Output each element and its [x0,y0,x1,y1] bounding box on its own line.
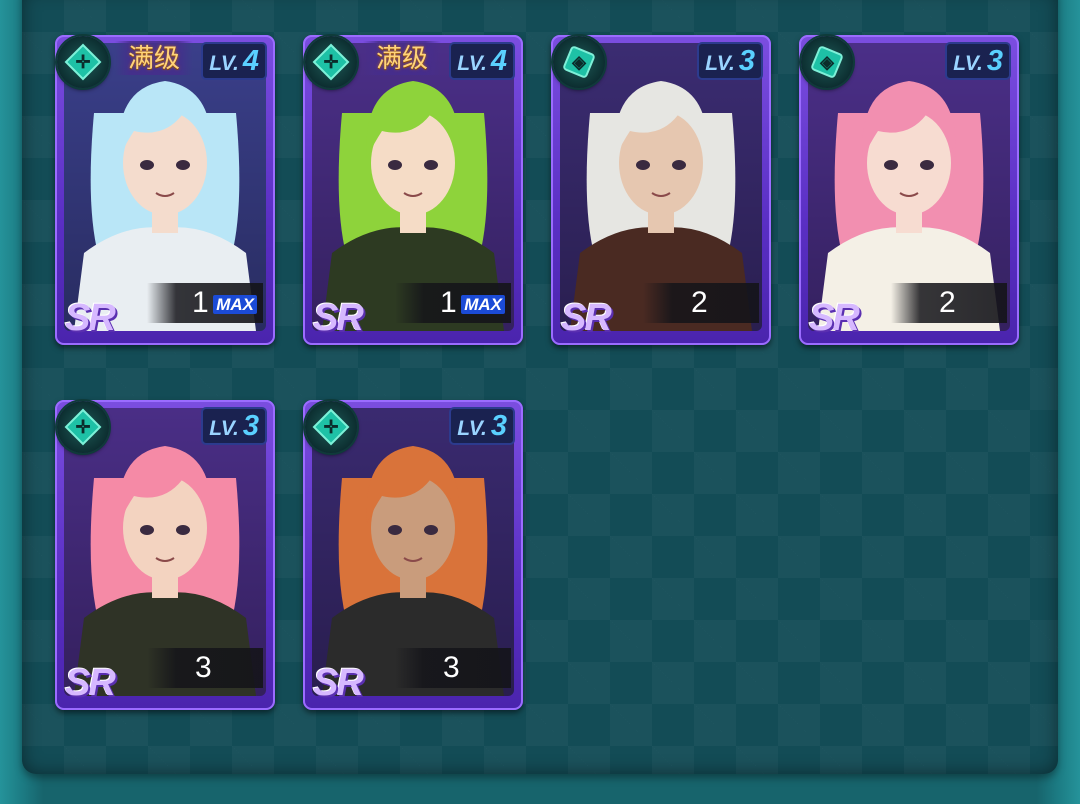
rarity-badge: SR [809,297,860,339]
card-count: 3 [443,651,460,684]
max-count-badge: MAX [461,295,505,314]
level-label: LV. [209,417,239,440]
rarity-badge: SR [313,662,364,704]
card-count-bar: 1 MAX [395,283,511,323]
card-count: 3 [195,651,212,684]
level-label: LV. [457,417,487,440]
card-count: 1 [192,286,209,319]
level-value: 4 [242,45,259,77]
level-label: LV. [953,52,983,75]
level-value: 3 [242,410,259,442]
card-count-bar: 2 [891,283,1007,323]
character-card-1[interactable]: ✛ 满级 LV. 4 1 MAX SR [55,35,275,345]
max-level-badge: 满级 [115,41,193,75]
card-count-bar: 1 MAX [147,283,263,323]
card-count-bar: 3 [395,648,511,688]
level-badge: LV. 4 [201,42,267,80]
card-count: 2 [939,286,956,319]
character-card-2[interactable]: ✛ 满级 LV. 4 1 MAX SR [303,35,523,345]
level-value: 3 [490,410,507,442]
character-card-5[interactable]: ✛ LV. 3 3 SR [55,400,275,710]
character-card-3[interactable]: ◈ LV. 3 2 SR [551,35,771,345]
character-card-4[interactable]: ◈ LV. 3 2 SR [799,35,1019,345]
card-count: 2 [691,286,708,319]
rarity-badge: SR [561,297,612,339]
level-badge: LV. 3 [449,407,515,445]
card-count-bar: 2 [643,283,759,323]
rarity-badge: SR [65,662,116,704]
shield-icon: ◈ [553,36,605,88]
card-count: 1 [440,286,457,319]
card-count-bar: 3 [147,648,263,688]
level-badge: LV. 3 [945,42,1011,80]
crosshair-icon: ✛ [57,36,109,88]
max-count-badge: MAX [213,295,257,314]
level-label: LV. [705,52,735,75]
level-badge: LV. 3 [697,42,763,80]
level-value: 3 [986,45,1003,77]
rarity-badge: SR [313,297,364,339]
crosshair-icon: ✛ [57,401,109,453]
character-card-6[interactable]: ✛ LV. 3 3 SR [303,400,523,710]
level-value: 3 [738,45,755,77]
level-value: 4 [490,45,507,77]
rarity-badge: SR [65,297,116,339]
level-label: LV. [457,52,487,75]
crosshair-icon: ✛ [305,401,357,453]
max-level-badge: 满级 [363,41,441,75]
level-badge: LV. 3 [201,407,267,445]
level-badge: LV. 4 [449,42,515,80]
shield-icon: ◈ [801,36,853,88]
crosshair-icon: ✛ [305,36,357,88]
level-label: LV. [209,52,239,75]
